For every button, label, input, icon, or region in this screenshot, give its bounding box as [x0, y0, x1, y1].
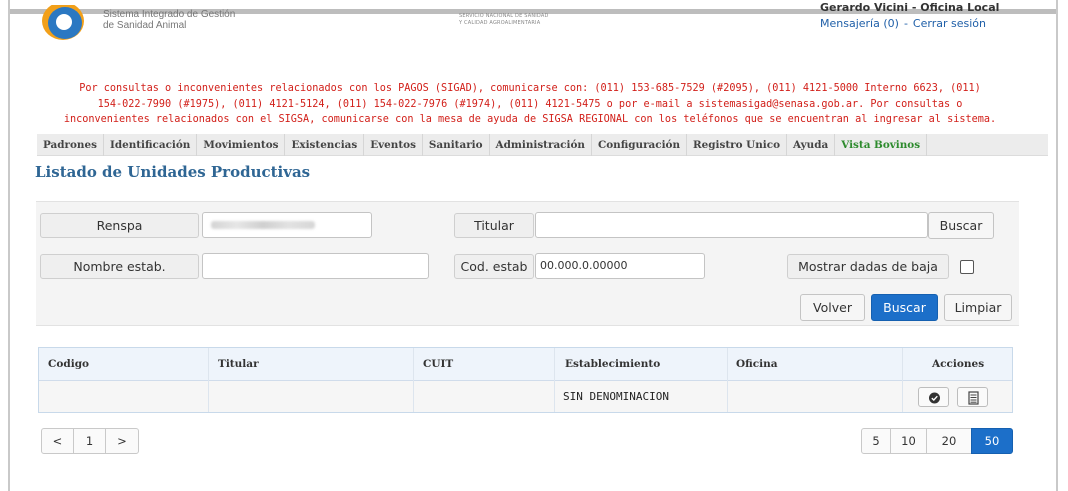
- search-button[interactable]: Buscar: [871, 294, 938, 321]
- titular-label: Titular: [454, 213, 534, 238]
- table-header: Codigo Titular CUIT Establecimiento Ofic…: [39, 348, 1012, 381]
- senasa-text-line1: SERVICIO NACIONAL DE SANIDAD: [459, 13, 549, 19]
- col-divider: [413, 348, 414, 412]
- main-menu: Padrones Identificación Movimientos Exis…: [37, 134, 1048, 156]
- menu-item-ayuda[interactable]: Ayuda: [787, 134, 836, 156]
- page-size-50[interactable]: 50: [971, 428, 1013, 454]
- nombre-estab-input[interactable]: [202, 253, 429, 279]
- col-header-oficina: Oficina: [736, 358, 778, 370]
- logo-text-line2: de Sanidad Animal: [103, 20, 187, 31]
- col-divider: [727, 348, 728, 412]
- col-header-acciones: Acciones: [932, 358, 985, 370]
- logo-text-line1: Sistema Integrado de Gestión: [103, 9, 236, 20]
- col-header-establecimiento: Establecimiento: [565, 358, 661, 370]
- nombre-estab-label: Nombre estab.: [40, 254, 199, 279]
- notice-line-1: Por consultas o inconvenientes relaciona…: [79, 83, 981, 94]
- menu-item-movimientos[interactable]: Movimientos: [197, 134, 286, 156]
- page-title: Listado de Unidades Productivas: [35, 163, 311, 181]
- contact-notice: Por consultas o inconvenientes relaciona…: [30, 81, 1030, 128]
- messaging-link[interactable]: Mensajería (0): [820, 17, 899, 30]
- next-page-button[interactable]: >: [105, 428, 139, 454]
- col-divider: [208, 348, 209, 412]
- clear-button[interactable]: Limpiar: [944, 294, 1012, 321]
- renspa-blurred-value: [211, 221, 315, 229]
- user-name: Gerardo Vicini - Oficina Local: [820, 1, 1000, 14]
- menu-item-existencias[interactable]: Existencias: [285, 134, 365, 156]
- results-table: Codigo Titular CUIT Establecimiento Ofic…: [38, 347, 1013, 413]
- prev-page-button[interactable]: <: [41, 428, 74, 454]
- col-divider: [902, 348, 903, 412]
- titular-input[interactable]: [535, 212, 928, 238]
- menu-item-sanitario[interactable]: Sanitario: [423, 134, 490, 156]
- sigsa-logo-icon: [42, 5, 84, 40]
- details-action-button[interactable]: [957, 387, 988, 407]
- link-separator: -: [903, 17, 908, 30]
- page-size-20[interactable]: 20: [926, 428, 972, 454]
- menu-item-configuracion[interactable]: Configuración: [592, 134, 688, 156]
- frame-border-right: [1056, 0, 1058, 491]
- logout-link[interactable]: Cerrar sesión: [913, 17, 986, 30]
- col-header-codigo: Codigo: [48, 358, 90, 370]
- col-divider: [554, 348, 555, 412]
- page-size-5[interactable]: 5: [861, 428, 891, 454]
- cell-establecimiento: SIN DENOMINACION: [563, 390, 669, 403]
- senasa-text-line2: Y CALIDAD AGROALIMENTARIA: [459, 20, 541, 26]
- menu-item-eventos[interactable]: Eventos: [364, 134, 423, 156]
- page-size-10[interactable]: 10: [890, 428, 927, 454]
- cod-estab-label: Cod. estab: [454, 254, 534, 279]
- page-1-button[interactable]: 1: [73, 428, 106, 454]
- user-links: Mensajería (0) - Cerrar sesión: [820, 17, 986, 30]
- table-row: SIN DENOMINACION: [39, 381, 1012, 412]
- back-button[interactable]: Volver: [800, 294, 865, 321]
- check-circle-icon: [929, 392, 940, 404]
- col-header-cuit: CUIT: [423, 358, 454, 370]
- menu-item-vista-bovinos[interactable]: Vista Bovinos: [835, 134, 928, 156]
- cod-estab-input[interactable]: 00.000.0.00000: [535, 253, 705, 279]
- page: Sistema Integrado de Gestión de Sanidad …: [0, 0, 1068, 491]
- menu-item-registro-unico[interactable]: Registro Unico: [687, 134, 787, 156]
- menu-item-padrones[interactable]: Padrones: [37, 134, 104, 156]
- list-icon: [968, 391, 979, 405]
- bajas-checkbox[interactable]: [960, 260, 974, 274]
- frame-border-left: [8, 0, 10, 491]
- notice-line-3: inconvenientes relacionados con el SIGSA…: [63, 114, 997, 125]
- select-action-button[interactable]: [918, 387, 949, 407]
- renspa-label: Renspa: [40, 213, 199, 238]
- bajas-label: Mostrar dadas de baja: [787, 254, 949, 279]
- menu-item-identificacion[interactable]: Identificación: [104, 134, 198, 156]
- menu-item-administracion[interactable]: Administración: [490, 134, 592, 156]
- notice-line-2: 154-022-7990 (#1975), (011) 4121-5124, (…: [97, 98, 963, 110]
- col-header-titular: Titular: [218, 358, 259, 370]
- titular-search-button[interactable]: Buscar: [928, 212, 994, 239]
